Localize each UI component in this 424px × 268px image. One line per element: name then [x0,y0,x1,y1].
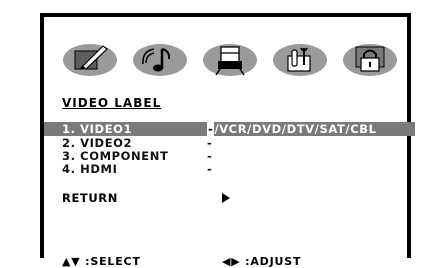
select-hint: ▲▼ :SELECT [62,255,141,268]
menu-item-video1[interactable]: 1. VIDEO1 -/VCR/DVD/DTV/SAT/CBL [44,122,415,136]
menu-icon-bar [44,17,407,97]
menu-item-hdmi[interactable]: 4. HDMI - [44,162,415,176]
sound-icon[interactable] [132,41,188,79]
adjust-hint: ◀▶ :ADJUST [222,255,302,268]
menu-item-value: - [207,149,213,163]
osd-screen: VIDEO LABEL 1. VIDEO1 -/VCR/DVD/DTV/SAT/… [40,13,415,268]
menu-item-label: 3. COMPONENT [62,149,169,163]
menu-item-label: 1. VIDEO1 [62,122,133,136]
menu-item-label: 2. VIDEO2 [62,136,133,150]
menu-item-value: - [207,162,213,176]
menu-item-value[interactable]: -/VCR/DVD/DTV/SAT/CBL [207,122,377,136]
value-options: /VCR/DVD/DTV/SAT/CBL [214,122,377,136]
lock-icon[interactable] [342,41,398,79]
menu-item-video2[interactable]: 2. VIDEO2 - [44,136,415,150]
picture-icon[interactable] [62,41,118,79]
setup-icon[interactable] [202,41,258,79]
menu-item-component[interactable]: 3. COMPONENT - [44,149,415,163]
return-item[interactable]: RETURN [62,191,118,205]
tools-icon[interactable] [272,41,328,79]
return-arrow-icon [222,193,230,203]
menu-item-value: - [207,136,213,150]
page-title: VIDEO LABEL [62,96,162,110]
menu-item-label: 4. HDMI [62,162,118,176]
